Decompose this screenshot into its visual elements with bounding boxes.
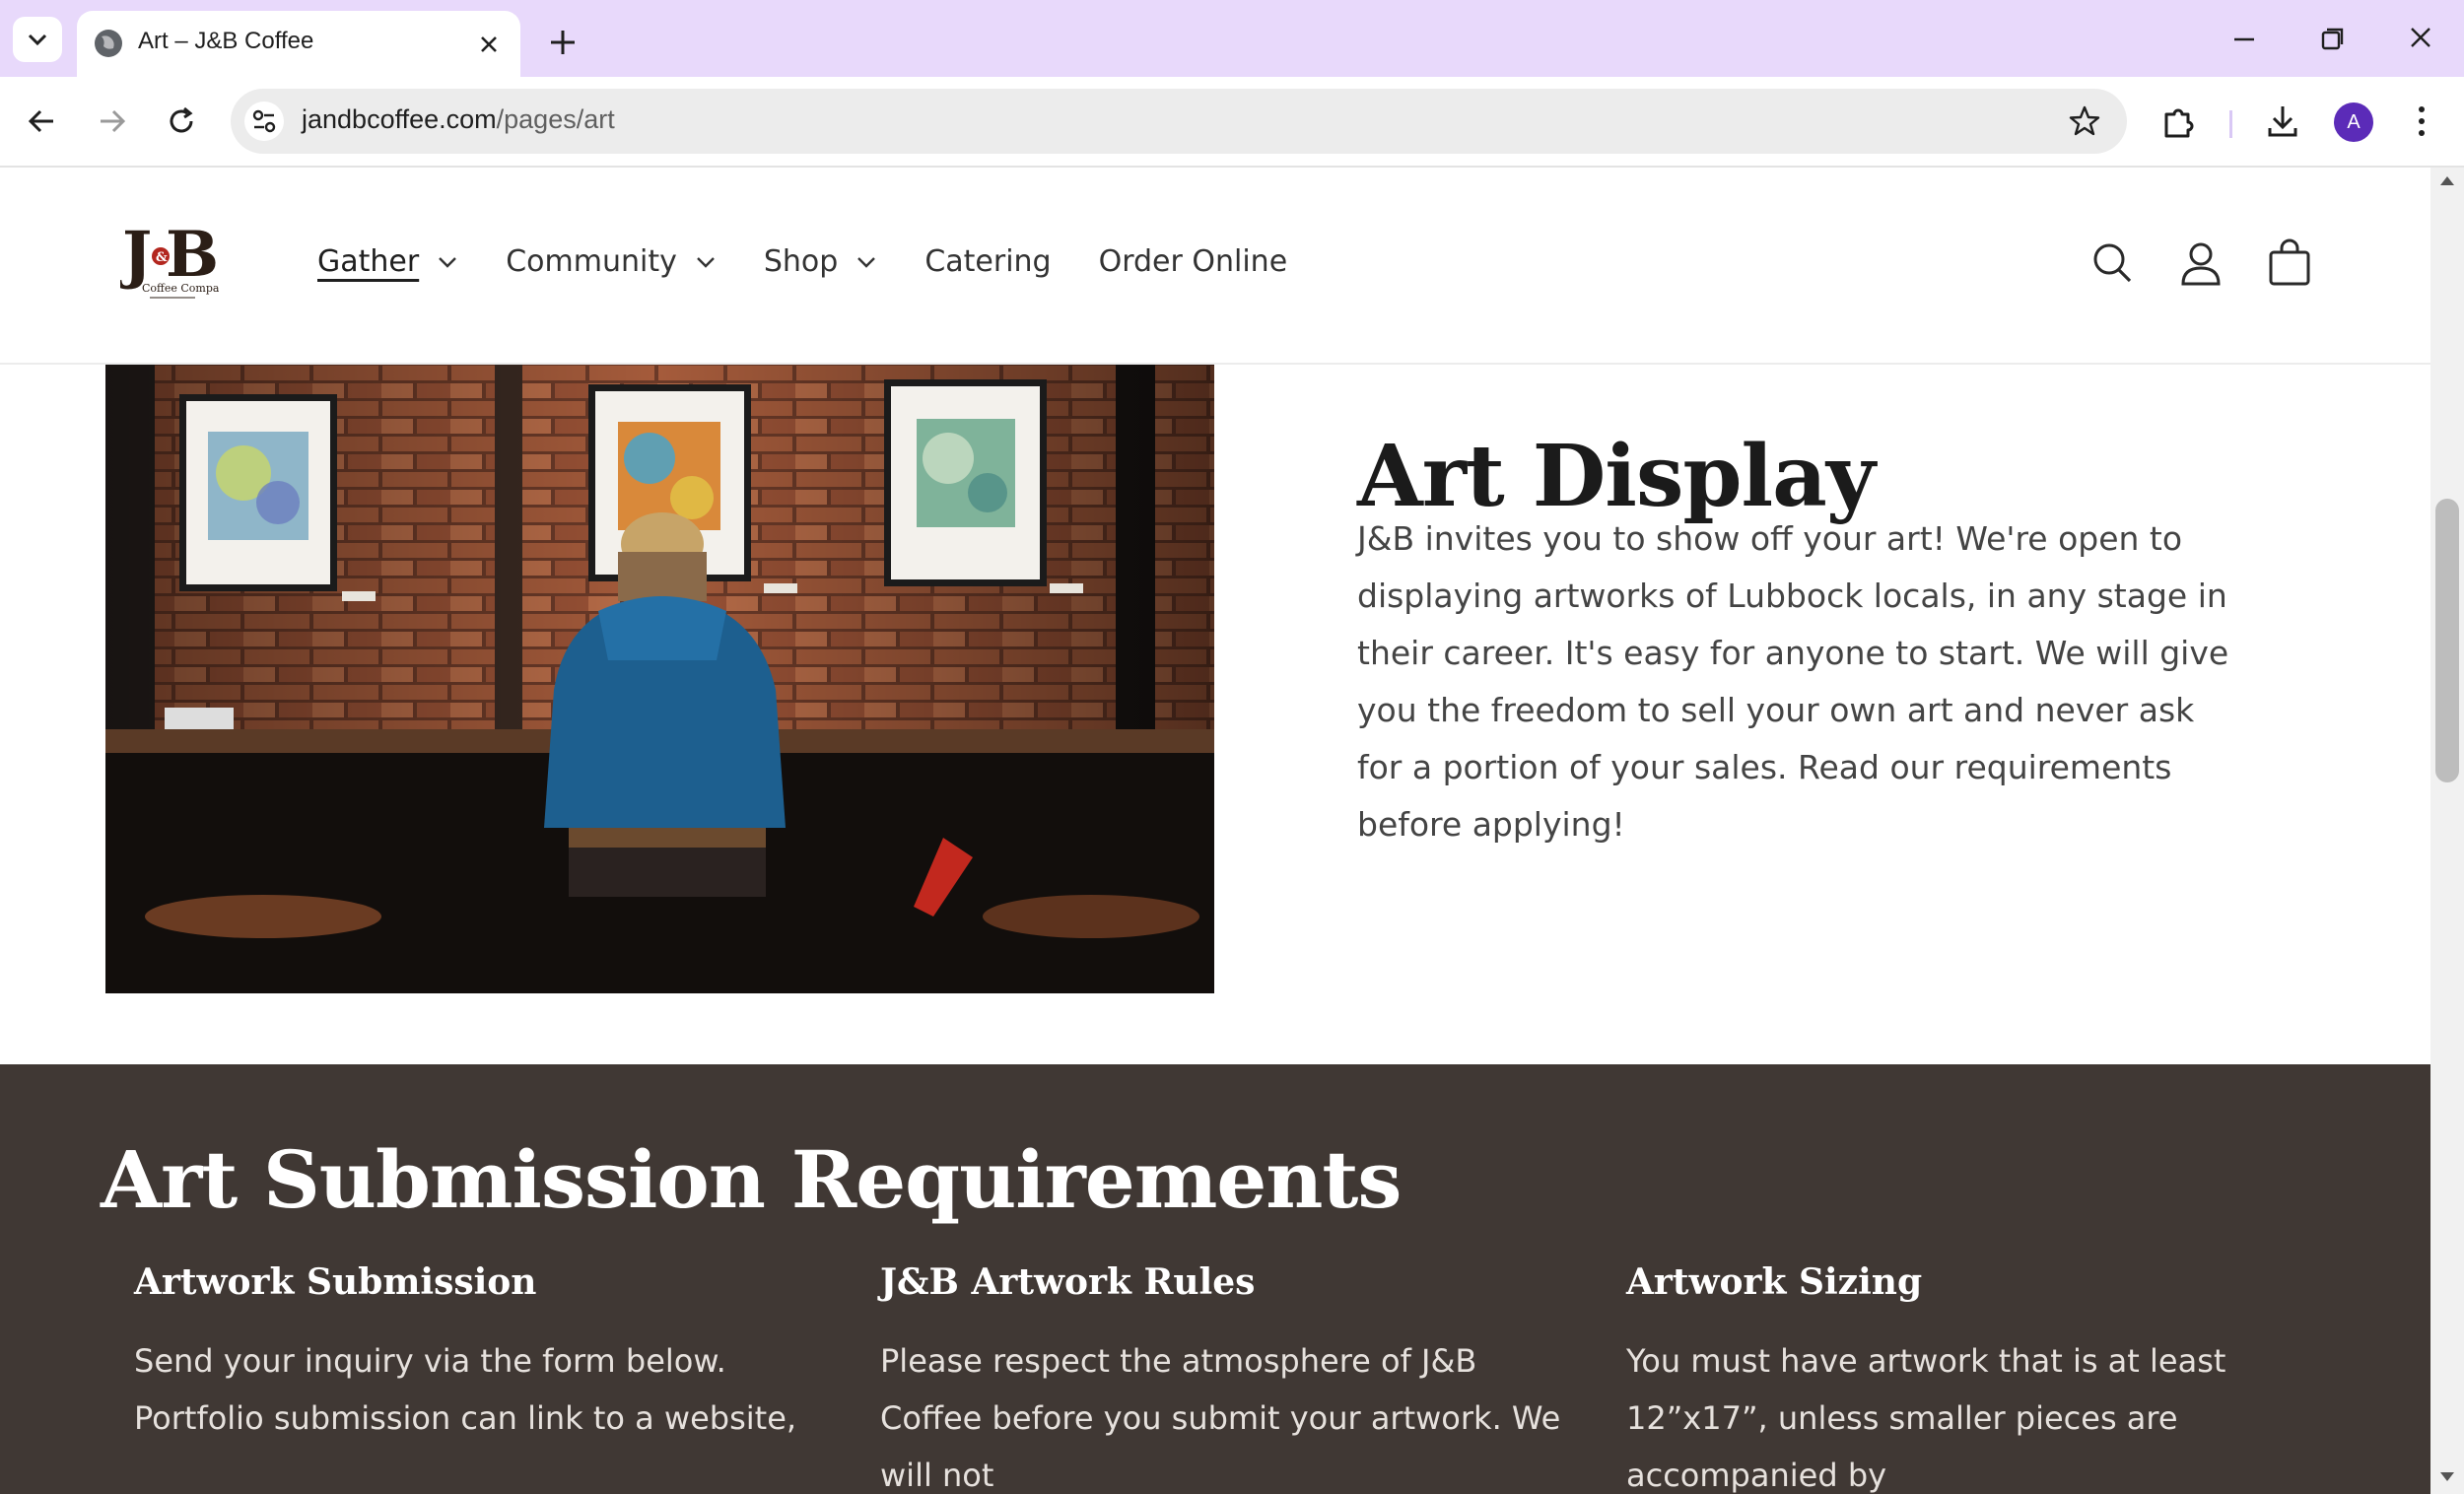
more-menu-icon[interactable] (2399, 99, 2444, 144)
cafe-art-photo (105, 365, 1214, 993)
search-icon[interactable] (2089, 238, 2135, 288)
nav-community-label: Community (506, 244, 677, 279)
tune-icon (252, 109, 276, 133)
tab-title: Art – J&B Coffee (138, 28, 314, 54)
back-icon[interactable] (22, 101, 63, 142)
cart-icon[interactable] (2267, 238, 2312, 288)
extensions-icon[interactable] (2156, 99, 2202, 144)
bookmark-star-icon[interactable] (2066, 102, 2103, 140)
account-icon[interactable] (2178, 238, 2224, 288)
profile-avatar[interactable]: A (2334, 102, 2373, 142)
page-scrollbar[interactable] (2430, 168, 2464, 1494)
url-host: jandbcoffee.com (302, 104, 497, 134)
reload-icon[interactable] (161, 101, 202, 142)
browser-tab-bar: Art – J&B Coffee (0, 0, 2464, 77)
hero-photo (105, 365, 1214, 993)
chevron-down-icon (696, 256, 715, 268)
minimize-icon[interactable] (2224, 22, 2264, 57)
nav-catering-label: Catering (924, 244, 1052, 279)
site-info-button[interactable] (244, 102, 284, 141)
nav-shop[interactable]: Shop (764, 244, 877, 279)
nav-catering[interactable]: Catering (924, 244, 1051, 279)
address-bar[interactable]: jandbcoffee.com/pages/art (231, 89, 2127, 154)
nav-gather[interactable]: Gather (317, 244, 458, 279)
requirements-title: Art Submission Requirements (101, 1133, 1402, 1226)
jb-logo[interactable]: J B & Coffee Company (120, 221, 219, 306)
nav-community[interactable]: Community (506, 244, 717, 279)
nav-gather-label: Gather (317, 244, 420, 279)
browser-toolbar: jandbcoffee.com/pages/art (0, 77, 2464, 168)
close-icon[interactable] (475, 31, 503, 58)
chevron-down-icon (28, 34, 47, 46)
scroll-up-icon[interactable] (2438, 173, 2456, 187)
scroll-down-icon[interactable] (2438, 1470, 2456, 1484)
req-heading-submission: Artwork Submission (134, 1261, 537, 1303)
hero-body: J&B invites you to show off your art! We… (1357, 519, 2229, 844)
req-heading-rules: J&B Artwork Rules (880, 1261, 1256, 1303)
site-header: J B & Coffee Company Gather Community Sh… (0, 168, 2430, 365)
new-tab-icon[interactable] (546, 26, 580, 59)
toolbar-separator (2229, 110, 2232, 138)
browser-tab-active[interactable]: Art – J&B Coffee (77, 11, 520, 77)
page-viewport: J B & Coffee Company Gather Community Sh… (0, 168, 2430, 1494)
svg-text:Coffee Company: Coffee Company (142, 282, 219, 295)
window-close-icon[interactable] (2401, 22, 2440, 57)
main-nav: Gather Community Shop Catering Order Onl… (317, 244, 1335, 279)
globe-icon (95, 30, 122, 57)
chevron-down-icon (857, 256, 876, 268)
nav-order-online-label: Order Online (1098, 244, 1288, 279)
req-heading-sizing: Artwork Sizing (1626, 1261, 1923, 1303)
download-icon[interactable] (2260, 99, 2305, 144)
req-col-rules: J&B Artwork Rules Please respect the atm… (880, 1261, 1570, 1494)
url-text: jandbcoffee.com/pages/art (302, 104, 615, 135)
url-path: /pages/art (496, 104, 615, 134)
restore-icon[interactable] (2312, 22, 2352, 57)
nav-order-online[interactable]: Order Online (1099, 244, 1288, 279)
req-text-sizing: You must have artwork that is at least 1… (1626, 1342, 2226, 1494)
svg-text:&: & (156, 250, 168, 265)
tab-search-button[interactable] (13, 17, 62, 62)
req-text-rules: Please respect the atmosphere of J&B Cof… (880, 1342, 1561, 1494)
req-text-submission: Send your inquiry via the form below. Po… (134, 1342, 797, 1437)
scrollbar-thumb[interactable] (2435, 499, 2459, 782)
requirements-section: Art Submission Requirements Artwork Subm… (0, 1064, 2430, 1494)
req-col-submission: Artwork Submission Send your inquiry via… (134, 1261, 824, 1447)
nav-shop-label: Shop (763, 244, 839, 279)
chevron-down-icon (439, 256, 457, 268)
req-col-sizing: Artwork Sizing You must have artwork tha… (1626, 1261, 2316, 1494)
forward-icon[interactable] (91, 101, 132, 142)
